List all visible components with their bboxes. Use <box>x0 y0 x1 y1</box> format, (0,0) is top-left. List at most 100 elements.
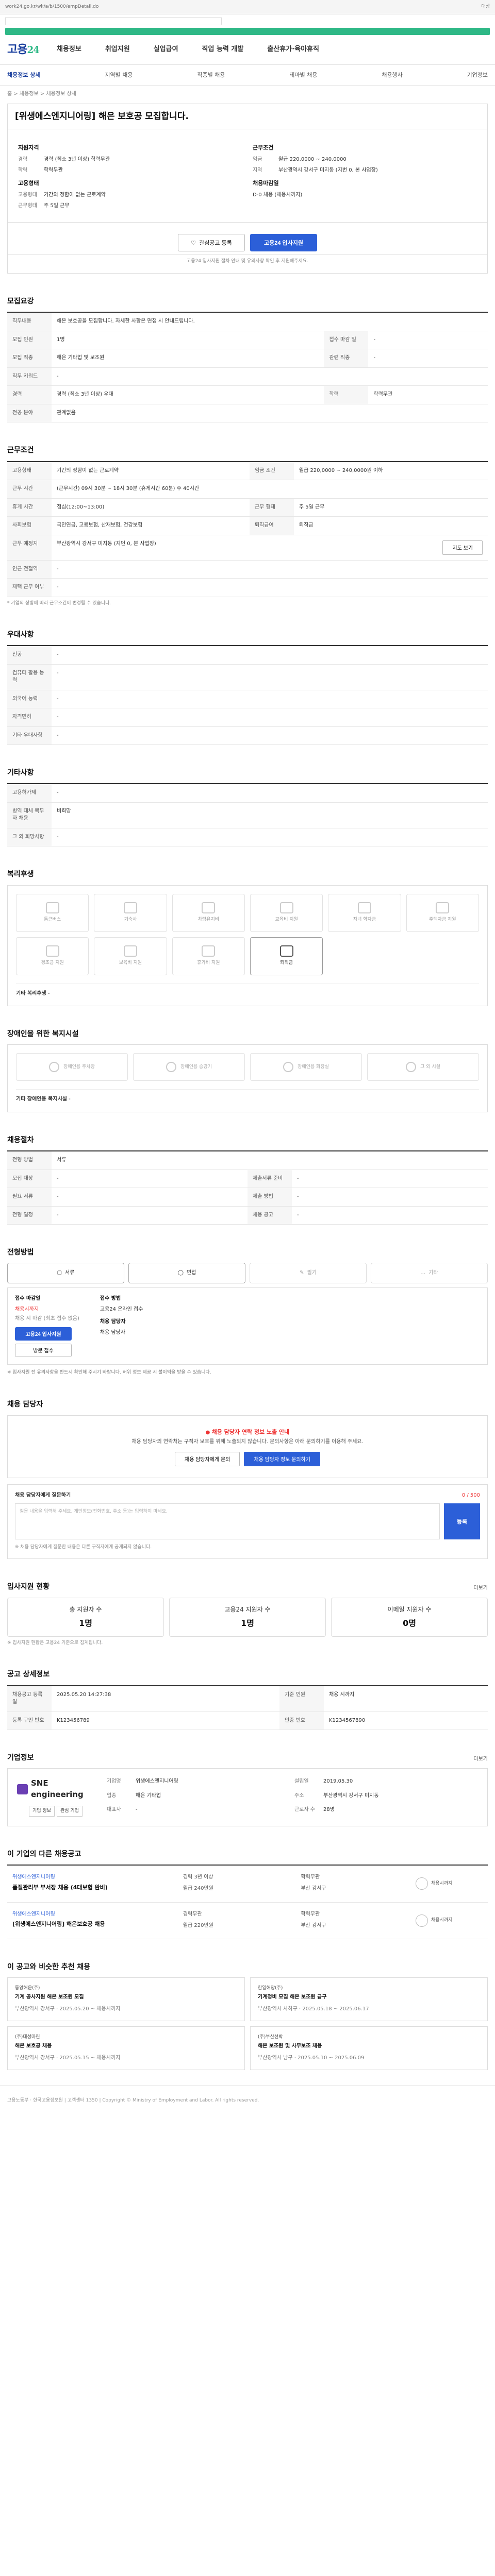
disability-extra-key: 기타 장애인용 복지시설 <box>16 1096 67 1103</box>
qa-title: 채용 담당자에게 질문하기 <box>15 1492 71 1498</box>
manager-label: 채용 담당자 <box>100 1319 126 1325</box>
rec-title[interactable]: 기계 공사지원 해은 보조원 모집 <box>15 1994 237 2002</box>
welfare-label: 경조금 지원 <box>41 960 64 966</box>
rec-meta: 부산광역시 남구 · 2025.05.10 ~ 2025.06.09 <box>258 2055 365 2061</box>
company-info-button[interactable]: 기업 정보 <box>29 1805 55 1817</box>
job-title[interactable]: [위생에스엔지니어링] 해은보호공 채용 <box>12 1920 183 1928</box>
apply-button-2[interactable]: 고용24 입사지원 <box>15 1327 72 1341</box>
qa-count: 0 / 500 <box>461 1492 480 1498</box>
gnb-item[interactable]: 채용정보 <box>57 45 81 55</box>
vacation-icon <box>202 945 216 957</box>
apply-button[interactable]: 고용24 입사지원 <box>250 234 317 252</box>
rec-title[interactable]: 해은 보호공 채용 <box>15 2043 237 2050</box>
contact-info-button[interactable]: 채용 담당자 정보 문의하기 <box>244 1451 320 1466</box>
bookmark-icon[interactable] <box>416 1914 428 1927</box>
row-key: 접수 마감 일 <box>324 331 369 350</box>
subnav-item[interactable]: 채용행사 <box>382 71 402 79</box>
row-key: 관련 직종 <box>324 349 369 368</box>
welfare-label: 교육비 지원 <box>275 917 298 923</box>
visit-button[interactable]: 방문 접수 <box>15 1343 72 1357</box>
company-follow-button[interactable]: 관심 기업 <box>57 1805 82 1817</box>
global-nav: 채용정보 취업지원 실업급여 직업 능력 개발 출산휴가·육아휴직 <box>57 45 319 55</box>
inquiry-warning: 채용 담당자 연락 정보 노출 안내 <box>211 1428 290 1435</box>
row-key: 전공 분야 <box>7 404 52 423</box>
section-title: 이 기업의 다른 채용공고 <box>7 1850 81 1858</box>
notice-banner <box>5 28 490 35</box>
welfare-box: 통근버스 기숙사 차량유지비 교육비 지원 자녀 학자금 주택자금 지원 경조금… <box>7 885 488 1007</box>
job-deadline: 채용시까지 <box>431 1918 453 1923</box>
method-label: 필기 <box>307 1270 317 1276</box>
overview-heading: 근무조건 <box>253 144 274 151</box>
search-input[interactable] <box>5 17 222 25</box>
rec-title[interactable]: 기계정비 모집 해은 보조원 급구 <box>258 1994 480 2002</box>
row-value: (근무시간) 09시 30분 ~ 18시 30분 (휴게시간 60분) 주 40… <box>52 480 488 499</box>
status-text: 대상 <box>481 4 490 9</box>
stat-card: 고용24 지원자 수 1명 <box>169 1597 326 1637</box>
url-text[interactable]: work24.go.kr/wk/a/b/1500/empDetail.do <box>5 4 98 10</box>
welfare-label: 차량유지비 <box>197 917 220 923</box>
gnb-item[interactable]: 출산휴가·육아휴직 <box>267 45 319 55</box>
qa-submit-button[interactable]: 등록 <box>444 1503 480 1540</box>
job-title[interactable]: 품질관리부 부서장 채용 (4대보험 완비) <box>12 1884 183 1892</box>
bus-icon <box>45 902 59 914</box>
row-key: 외국어 능력 <box>7 690 52 708</box>
recommend-card[interactable]: 한일해양(주) 기계정비 모집 해은 보조원 급구 부산광역시 사하구 · 2025… <box>250 1977 488 2021</box>
job-info: 월급 240만원 <box>183 1886 213 1892</box>
welfare-item: 기숙사 <box>94 893 167 932</box>
scholarship-icon <box>357 902 371 914</box>
job-company: 위생에스엔지니어링 <box>12 1911 55 1917</box>
job-row[interactable]: 위생에스엔지니어링 품질관리부 부서장 채용 (4대보험 완비) 경력 3년 이상… <box>7 1866 488 1903</box>
job-deadline: 채용시까지 <box>431 1880 453 1886</box>
row-value: 해은 기타업 및 보조원 <box>52 349 324 368</box>
stat-label: 고용24 지원자 수 <box>224 1605 271 1613</box>
row-value: 관계없음 <box>52 404 488 423</box>
interest-button[interactable]: ♡ 관심공고 등록 <box>178 234 245 252</box>
heart-icon: ♡ <box>191 240 196 246</box>
gnb-item[interactable]: 직업 능력 개발 <box>202 45 244 55</box>
subnav-item[interactable]: 채용정보 상세 <box>7 71 41 79</box>
rec-title[interactable]: 해은 보조원 및 사무보조 채용 <box>258 2043 480 2050</box>
inquiry-box: ● 채용 담당자 연락 정보 노출 안내 채용 담당자의 연락처는 구직자 보호… <box>7 1415 488 1478</box>
recommend-card[interactable]: (주)대성마린 해은 보호공 채용 부산광역시 강서구 · 2025.05.15 ~… <box>7 2026 245 2070</box>
company-logo-text: SNE engineering <box>31 1778 84 1800</box>
qa-note: ※ 채용 담당자에게 질문한 내용은 다른 구직자에게 공개되지 않습니다. <box>15 1545 152 1550</box>
gnb-item[interactable]: 실업급여 <box>154 45 178 55</box>
overview-key: 임금 <box>253 157 262 163</box>
company-more-link[interactable]: 더보기 <box>473 1756 488 1764</box>
row-value: 부산광역시 강서구 미지동 (지번 0, 본 사업장) <box>52 535 294 561</box>
facility-icon <box>406 1062 417 1073</box>
job-info: 학력무관 <box>301 1874 320 1880</box>
job-info: 경력무관 <box>183 1911 202 1917</box>
car-icon <box>202 902 216 914</box>
qa-textarea[interactable]: 질문 내용을 입력해 주세요. 개인정보(전화번호, 주소 등)는 입력하지 마… <box>15 1503 440 1540</box>
bookmark-icon[interactable] <box>416 1877 428 1890</box>
subnav-item[interactable]: 지역별 채용 <box>105 71 133 79</box>
stats-more-link[interactable]: 더보기 <box>473 1585 488 1592</box>
overview-value: 경력 (최소 3년 이상) 학력무관 <box>44 157 110 163</box>
job-row[interactable]: 위생에스엔지니어링 [위생에스엔지니어링] 해은보호공 채용 경력무관 학력무관 월급… <box>7 1903 488 1940</box>
childcare-icon <box>123 945 137 957</box>
disability-extra-value: - <box>69 1096 71 1103</box>
row-key: 전형 방법 <box>7 1151 52 1170</box>
inquiry-button[interactable]: 채용 담당자에게 문의 <box>175 1451 240 1466</box>
gnb-item[interactable]: 취업지원 <box>105 45 130 55</box>
welfare-item: 주택자금 지원 <box>406 893 479 932</box>
process-table: 전형 방법 서류 모집 대상 - 제출서류 준비 - 필요 서류 - 제출 방법 - 전형 일… <box>7 1150 488 1225</box>
welfare-label: 퇴직금 <box>280 960 293 966</box>
row-value: 학력무관 <box>368 385 488 404</box>
recruit-table: 직무내용 해은 보호공을 모집합니다. 자세한 사항은 면접 시 안내드립니다. … <box>7 312 488 423</box>
education-icon <box>279 902 293 914</box>
subnav-item[interactable]: 테마별 채용 <box>289 71 317 79</box>
subnav-item[interactable]: 직종별 채용 <box>197 71 225 79</box>
stat-label: 총 지원자 수 <box>69 1605 102 1613</box>
recommend-card[interactable]: 동양해운(주) 기계 공사지원 해은 보조원 모집 부산광역시 강서구 · 2025… <box>7 1977 245 2021</box>
rec-company: (주)대성마린 <box>15 2034 40 2040</box>
subnav-item[interactable]: 기업정보 <box>467 71 488 79</box>
qa-box: 채용 담당자에게 질문하기 0 / 500 질문 내용을 입력해 주세요. 개인정… <box>7 1484 488 1560</box>
company-logo-icon <box>17 1784 28 1795</box>
recommend-card[interactable]: (주)부산선박 해은 보조원 및 사무보조 채용 부산광역시 남구 · 2025.0… <box>250 2026 488 2070</box>
stat-value: 1명 <box>241 1618 254 1629</box>
site-logo[interactable]: 고용24 <box>7 42 40 58</box>
map-button[interactable]: 지도 보기 <box>442 540 483 555</box>
row-value: - <box>52 828 488 847</box>
